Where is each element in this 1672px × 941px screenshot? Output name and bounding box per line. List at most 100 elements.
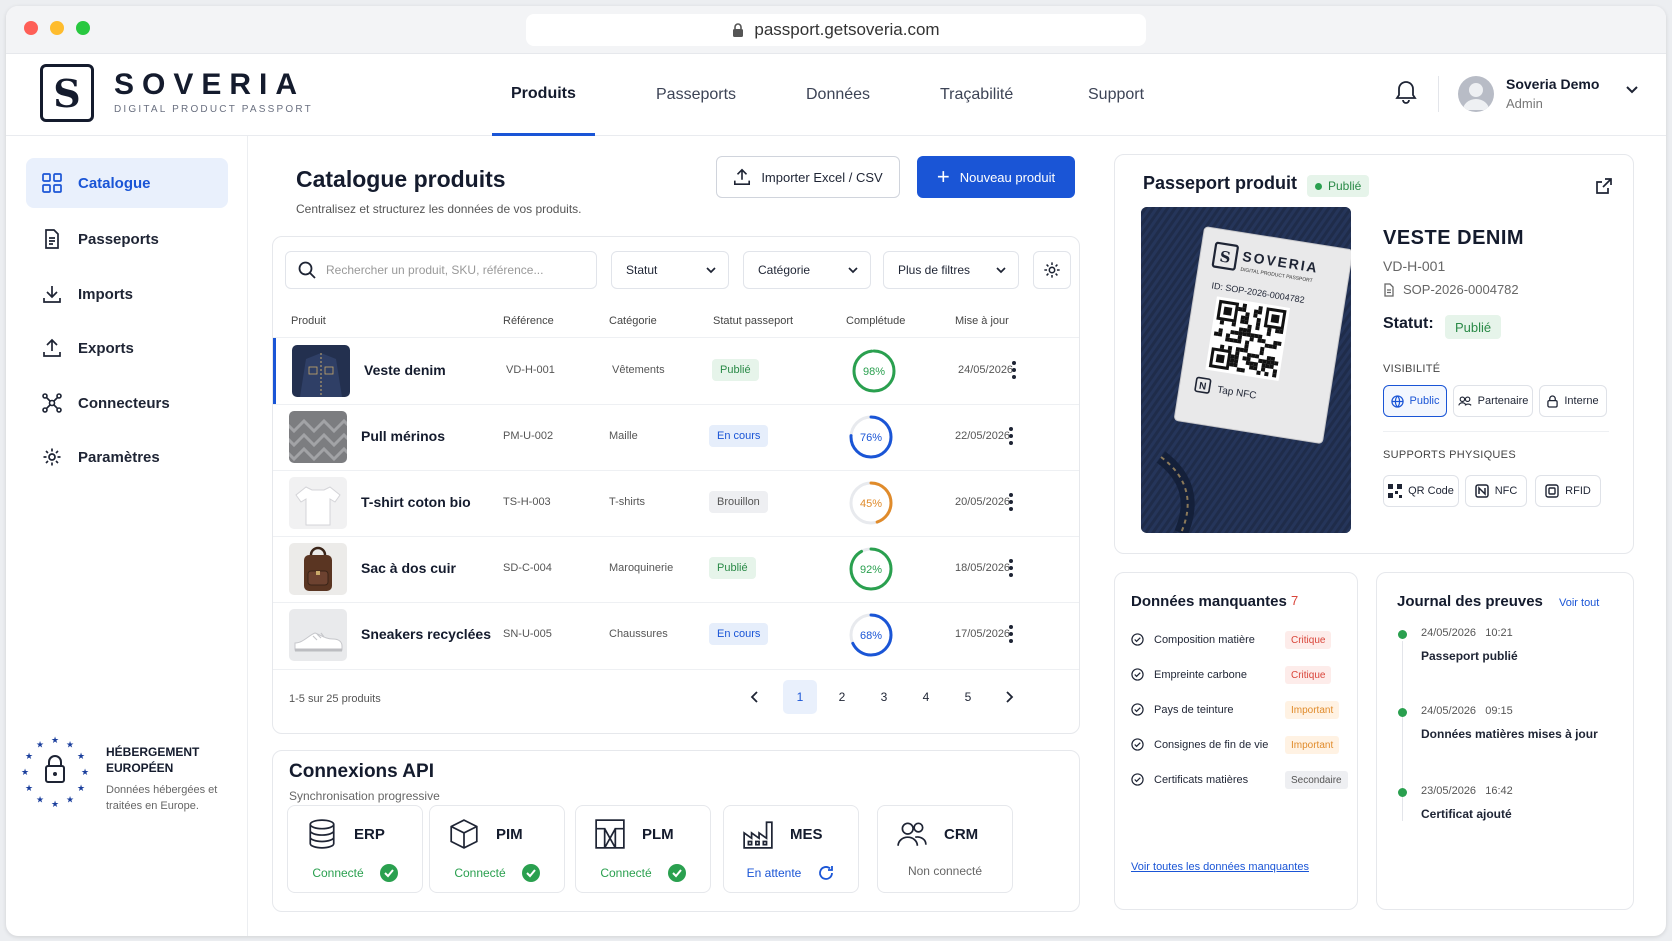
star-icon: ★ [36, 796, 44, 806]
api-connector-plm[interactable]: PLM Connecté [575, 805, 711, 893]
filter-more[interactable]: Plus de filtres [883, 251, 1019, 289]
tab-donnees[interactable]: Données [806, 54, 870, 136]
product-name[interactable]: Sac à dos cuir [361, 560, 456, 576]
pagination-page-4[interactable]: 4 [909, 680, 943, 714]
new-product-button-label: Nouveau produit [959, 169, 1056, 185]
pagination-next[interactable] [993, 680, 1027, 714]
api-connector-mes[interactable]: MES En attente [723, 805, 859, 893]
api-connector-erp[interactable]: ERP Connecté [287, 805, 423, 893]
pagination-prev[interactable] [737, 680, 771, 714]
pagination-summary: 1-5 sur 25 produits [289, 693, 381, 705]
col-header-statut[interactable]: Statut passeport [713, 315, 793, 327]
table-row[interactable]: Sac à dos cuir SD-C-004 Maroquinerie Publié… [273, 536, 1079, 602]
list-item[interactable]: Certificats matières [1131, 773, 1248, 786]
missing-item-label: Consignes de fin de vie [1154, 738, 1269, 751]
api-connector-crm[interactable]: CRM Non connecté [877, 805, 1013, 893]
page-subtitle: Centralisez et structurez les données de… [296, 202, 582, 216]
product-name[interactable]: Sneakers recyclées [361, 626, 491, 642]
missing-data-link[interactable]: Voir toutes les données manquantes [1131, 861, 1309, 873]
product-name[interactable]: Pull mérinos [361, 428, 445, 444]
maximize-window-button[interactable] [76, 21, 90, 35]
tab-tracabilite[interactable]: Traçabilité [940, 54, 1013, 136]
col-header-produit[interactable]: Produit [291, 315, 326, 327]
browser-chrome: passport.getsoveria.com [6, 6, 1666, 54]
support-nfc[interactable]: NFC [1465, 475, 1527, 507]
pagination-page-1[interactable]: 1 [783, 680, 817, 714]
journal-entry[interactable]: Certificat ajouté [1421, 807, 1512, 821]
list-item[interactable]: Pays de teinture [1131, 703, 1234, 716]
journal-entry[interactable]: Passeport publié [1421, 649, 1518, 663]
visibility-partenaire[interactable]: Partenaire [1453, 385, 1533, 417]
more-vertical-icon[interactable] [1008, 492, 1014, 512]
more-vertical-icon[interactable] [1008, 558, 1014, 578]
rfid-icon [1545, 484, 1559, 498]
import-button[interactable]: Importer Excel / CSV [716, 156, 900, 198]
product-category: Vêtements [612, 364, 665, 376]
table-row[interactable]: T-shirt coton bio TS-H-003 T-shirts Brouill… [273, 470, 1079, 536]
support-qr-code[interactable]: QR Code [1383, 475, 1459, 507]
external-link-icon[interactable] [1595, 177, 1613, 195]
filter-statut[interactable]: Statut [611, 251, 729, 289]
table-row[interactable]: Pull mérinos PM-U-002 Maille En cours 76% 22/… [273, 404, 1079, 470]
tab-support[interactable]: Support [1088, 54, 1144, 136]
brand-logo-mark[interactable]: S [40, 64, 94, 122]
chevron-down-icon [706, 266, 716, 273]
upload-icon [43, 338, 61, 357]
avatar[interactable] [1458, 76, 1494, 112]
status-badge: Publié [709, 557, 756, 579]
col-header-categorie[interactable]: Catégorie [609, 315, 657, 327]
tab-produits[interactable]: Produits [492, 54, 595, 136]
more-vertical-icon[interactable] [1008, 426, 1014, 446]
list-item[interactable]: Empreinte carbone [1131, 668, 1247, 681]
support-rfid[interactable]: RFID [1535, 475, 1601, 507]
sidebar-item-imports[interactable]: Imports [26, 269, 228, 319]
journal-view-all-link[interactable]: Voir tout [1559, 597, 1599, 609]
table-settings-button[interactable] [1033, 251, 1071, 289]
pagination-page-2[interactable]: 2 [825, 680, 859, 714]
sidebar-item-exports[interactable]: Exports [26, 323, 228, 373]
new-product-button[interactable]: + Nouveau produit [917, 156, 1075, 198]
close-window-button[interactable] [24, 21, 38, 35]
col-header-completude[interactable]: Complétude [846, 315, 905, 327]
bell-icon[interactable] [1394, 79, 1418, 105]
col-header-mise-a-jour[interactable]: Mise à jour [955, 315, 1009, 327]
chevron-down-icon[interactable] [1626, 86, 1638, 94]
star-icon: ★ [77, 784, 85, 794]
pagination-page-3[interactable]: 3 [867, 680, 901, 714]
filter-categorie[interactable]: Catégorie [743, 251, 871, 289]
product-name[interactable]: T-shirt coton bio [361, 494, 471, 510]
chevron-down-icon [848, 266, 858, 273]
hosting-description: Données hébergées et traitées en Europe. [106, 784, 218, 812]
table-row[interactable]: Veste denim VD-H-001 Vêtements Publié 98% 24/… [273, 338, 1079, 404]
journal-date: 23/05/2026 [1421, 785, 1477, 797]
table-row[interactable]: Sneakers recyclées SN-U-005 Chaussures En c… [273, 602, 1079, 668]
filter-label: Statut [626, 263, 658, 277]
list-item[interactable]: Consignes de fin de vie [1131, 738, 1268, 751]
more-vertical-icon[interactable] [1008, 624, 1014, 644]
sidebar-item-parametres[interactable]: Paramètres [26, 432, 228, 482]
product-name[interactable]: Veste denim [364, 362, 446, 378]
api-connector-pim[interactable]: PIM Connecté [429, 805, 565, 893]
list-item[interactable]: Composition matière [1131, 633, 1255, 646]
search-input[interactable]: Rechercher un produit, SKU, référence... [285, 251, 597, 289]
sidebar-item-connecteurs[interactable]: Connecteurs [26, 378, 228, 428]
api-connections-card: Connexions API Synchronisation progressi… [272, 750, 1080, 912]
missing-data-card: Données manquantes 7 Composition matière… [1114, 572, 1358, 910]
pagination-page-5[interactable]: 5 [951, 680, 985, 714]
col-header-reference[interactable]: Référence [503, 315, 554, 327]
journal-date: 24/05/2026 [1421, 705, 1477, 717]
visibility-interne[interactable]: Interne [1539, 385, 1607, 417]
visibility-public[interactable]: Public [1383, 385, 1447, 417]
product-reference: PM-U-002 [503, 430, 554, 442]
sidebar-item-catalogue[interactable]: Catalogue [26, 158, 228, 208]
product-thumbnail [289, 411, 347, 463]
journal-time: 16:42 [1485, 785, 1513, 797]
journal-entry[interactable]: Données matières mises à jour [1421, 727, 1598, 741]
more-vertical-icon[interactable] [1011, 360, 1017, 380]
tab-passeports[interactable]: Passeports [656, 54, 736, 136]
chip-label: Public [1409, 395, 1440, 407]
sidebar-item-passeports[interactable]: Passeports [26, 214, 228, 264]
minimize-window-button[interactable] [50, 21, 64, 35]
user-name[interactable]: Soveria Demo [1506, 76, 1599, 92]
address-bar[interactable]: passport.getsoveria.com [526, 14, 1146, 46]
